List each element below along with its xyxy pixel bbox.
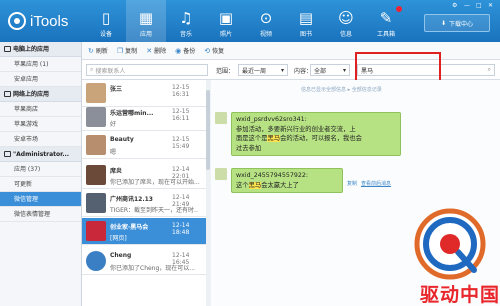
restore-button[interactable]: ⟲ 恢复 bbox=[204, 46, 224, 56]
nav-message[interactable]: ☺ 信息 bbox=[326, 0, 366, 42]
nav-device[interactable]: ▯ 设备 bbox=[86, 0, 126, 42]
video-icon: ⊙ bbox=[259, 9, 273, 27]
copy-icon: ❐ bbox=[116, 46, 124, 55]
sidebar-item-pc-android-apps[interactable]: 安卓应用 bbox=[0, 72, 81, 87]
sidebar-item-apple-games[interactable]: 苹果游戏 bbox=[0, 117, 81, 132]
conversation-item[interactable]: 张三 12-15 16:31 bbox=[82, 80, 206, 107]
itools-logo-icon bbox=[8, 12, 26, 30]
avatar bbox=[215, 112, 227, 124]
copy-button[interactable]: ❐ 复制 bbox=[116, 46, 137, 56]
book-icon: ▤ bbox=[298, 9, 314, 27]
sidebar-item-apple-store[interactable]: 苹果商店 bbox=[0, 102, 81, 117]
message-line: 过去参加 bbox=[236, 144, 262, 152]
message-line: 参加活动，多要新兴行业的创业者交流，上 bbox=[236, 125, 356, 133]
sidebar-section-device[interactable]: "Administrator... bbox=[0, 147, 81, 162]
message-actions: 复制 查看前后消息 bbox=[347, 180, 391, 187]
message-sender: wxid_psrdvv62sro341: bbox=[236, 116, 307, 123]
toolbox-icon: ✎ bbox=[379, 9, 393, 27]
copy-message-link[interactable]: 复制 bbox=[347, 180, 357, 187]
sidebar-section-pc-apps[interactable]: 电脑上的应用 bbox=[0, 42, 81, 57]
conversation-item-selected[interactable]: 创业家·黑马会 12-14 18:48 [网页] bbox=[82, 218, 206, 245]
settings-icon[interactable]: ⚙ bbox=[452, 2, 457, 9]
device-icon: ▯ bbox=[101, 9, 111, 27]
apps-icon: ▦ bbox=[138, 9, 154, 27]
conversation-item[interactable]: 广州商讯12.13 12-14 21:49 TIGER：截至到昨天一，还有时.. bbox=[82, 190, 206, 217]
avatar bbox=[86, 107, 106, 127]
sidebar-item-updates[interactable]: 可更新 bbox=[0, 177, 81, 192]
conversation-scrollbar[interactable] bbox=[206, 80, 210, 306]
avatar bbox=[86, 135, 106, 155]
sidebar-section-online-apps[interactable]: 网络上的应用 bbox=[0, 87, 81, 102]
nav-video[interactable]: ⊙ 视频 bbox=[246, 0, 286, 42]
time-range-label: 范围： bbox=[216, 68, 235, 75]
sidebar-item-android-market[interactable]: 安卓市场 bbox=[0, 132, 81, 147]
avatar bbox=[86, 165, 106, 185]
conversation-item[interactable]: 乐运营哪min... 12-15 16:11 好 bbox=[82, 104, 206, 131]
delete-button[interactable]: ✕ 删除 bbox=[146, 46, 166, 56]
conversation-item[interactable]: Beauty 12-15 15:49 嗯 bbox=[82, 132, 206, 159]
main-nav: ▯ 设备 ▦ 应用 ♫ 音乐 ▣ 照片 ⊙ 视频 ▤ 图书 ☺ 信息 ✎ 工具箱 bbox=[86, 0, 406, 42]
download-icon: ⬇ bbox=[440, 19, 446, 27]
chevron-down-icon: ▾ bbox=[280, 66, 284, 74]
search-icon: ⌕ bbox=[487, 66, 491, 73]
minimize-icon[interactable]: — bbox=[464, 2, 470, 9]
message-sender: wxid_2455794557922: bbox=[236, 172, 308, 179]
app-logo: iTools bbox=[8, 10, 68, 32]
refresh-icon: ↻ bbox=[88, 46, 94, 55]
watermark-text: 驱动中国 bbox=[419, 284, 500, 306]
avatar bbox=[86, 83, 106, 103]
app-name: iTools bbox=[30, 12, 69, 30]
notification-badge bbox=[396, 6, 402, 12]
top-bar: iTools ▯ 设备 ▦ 应用 ♫ 音乐 ▣ 照片 ⊙ 视频 ▤ 图书 ☺ 信… bbox=[0, 0, 500, 42]
message-bubble[interactable]: wxid_2455794557922: 这个黑马会太赢大上了 bbox=[231, 168, 343, 193]
backup-button[interactable]: ◉ 备份 bbox=[175, 46, 195, 56]
sidebar-item-apps[interactable]: 应用 (37) bbox=[0, 162, 81, 177]
sidebar-item-pc-apple-apps[interactable]: 苹果应用 (1) bbox=[0, 57, 81, 72]
nav-photo[interactable]: ▣ 照片 bbox=[206, 0, 246, 42]
phone-icon bbox=[4, 151, 11, 157]
nav-apps[interactable]: ▦ 应用 bbox=[126, 0, 166, 42]
time-range-select[interactable]: 最近一周 ▾ bbox=[238, 64, 288, 76]
nav-music[interactable]: ♫ 音乐 bbox=[166, 0, 206, 42]
download-center-button[interactable]: ⬇ 下载中心 bbox=[424, 14, 490, 32]
sidebar-item-wechat-manage[interactable]: 微信管理 bbox=[0, 192, 81, 207]
avatar bbox=[215, 168, 227, 180]
chat-history-hint[interactable]: 信息已显示全部信息 ▸ 全部信息记录 bbox=[301, 86, 382, 93]
message-line: 这个黑马会太赢大上了 bbox=[236, 181, 299, 189]
watermark-logo-icon bbox=[414, 208, 486, 280]
search-icon: ⌕ bbox=[90, 66, 94, 73]
close-icon[interactable]: ✕ bbox=[488, 2, 493, 9]
conversation-item[interactable]: 席炎 12-14 22:01 你已添加了席炎，现在可以开始... bbox=[82, 162, 206, 189]
avatar bbox=[86, 221, 106, 241]
message-bubble[interactable]: wxid_psrdvv62sro341: 参加活动，多要新兴行业的创业者交流，上… bbox=[231, 112, 401, 156]
message-line: 面是这个是黑马会的活动，可以报名，我也会 bbox=[236, 135, 362, 142]
photo-icon: ▣ bbox=[218, 9, 234, 27]
contact-search-input[interactable]: ⌕ 搜索联系人 bbox=[86, 64, 208, 76]
conversation-item[interactable]: Cheng 12-14 16:45 你已添加了Cheng，现在可以... bbox=[82, 248, 206, 275]
nav-book[interactable]: ▤ 图书 bbox=[286, 0, 326, 42]
backup-icon: ◉ bbox=[175, 46, 182, 55]
music-icon: ♫ bbox=[179, 9, 193, 27]
scrollbar-thumb[interactable] bbox=[206, 90, 210, 170]
conversation-list: 张三 12-15 16:31 乐运营哪min... 12-15 16:11 好 … bbox=[82, 80, 210, 306]
refresh-button[interactable]: ↻ 刷新 bbox=[88, 46, 108, 56]
avatar bbox=[86, 193, 106, 213]
sidebar: 电脑上的应用 苹果应用 (1) 安卓应用 网络上的应用 苹果商店 苹果游戏 安卓… bbox=[0, 42, 82, 306]
sidebar-item-wechat-emoji[interactable]: 微信表情管理 bbox=[0, 207, 81, 222]
avatar bbox=[86, 251, 106, 271]
content-select[interactable]: 全部 ▾ bbox=[310, 64, 350, 76]
delete-icon: ✕ bbox=[146, 46, 153, 55]
view-context-link[interactable]: 查看前后消息 bbox=[361, 180, 391, 187]
message-icon: ☺ bbox=[338, 9, 354, 27]
search-term-highlight: 黑马 bbox=[267, 135, 281, 142]
chevron-down-icon: ▾ bbox=[342, 66, 346, 74]
computer-icon bbox=[4, 46, 11, 52]
maximize-icon[interactable]: □ bbox=[476, 2, 482, 9]
restore-icon: ⟲ bbox=[204, 46, 211, 55]
search-term-highlight: 黑马 bbox=[248, 181, 262, 189]
globe-icon bbox=[4, 91, 11, 97]
